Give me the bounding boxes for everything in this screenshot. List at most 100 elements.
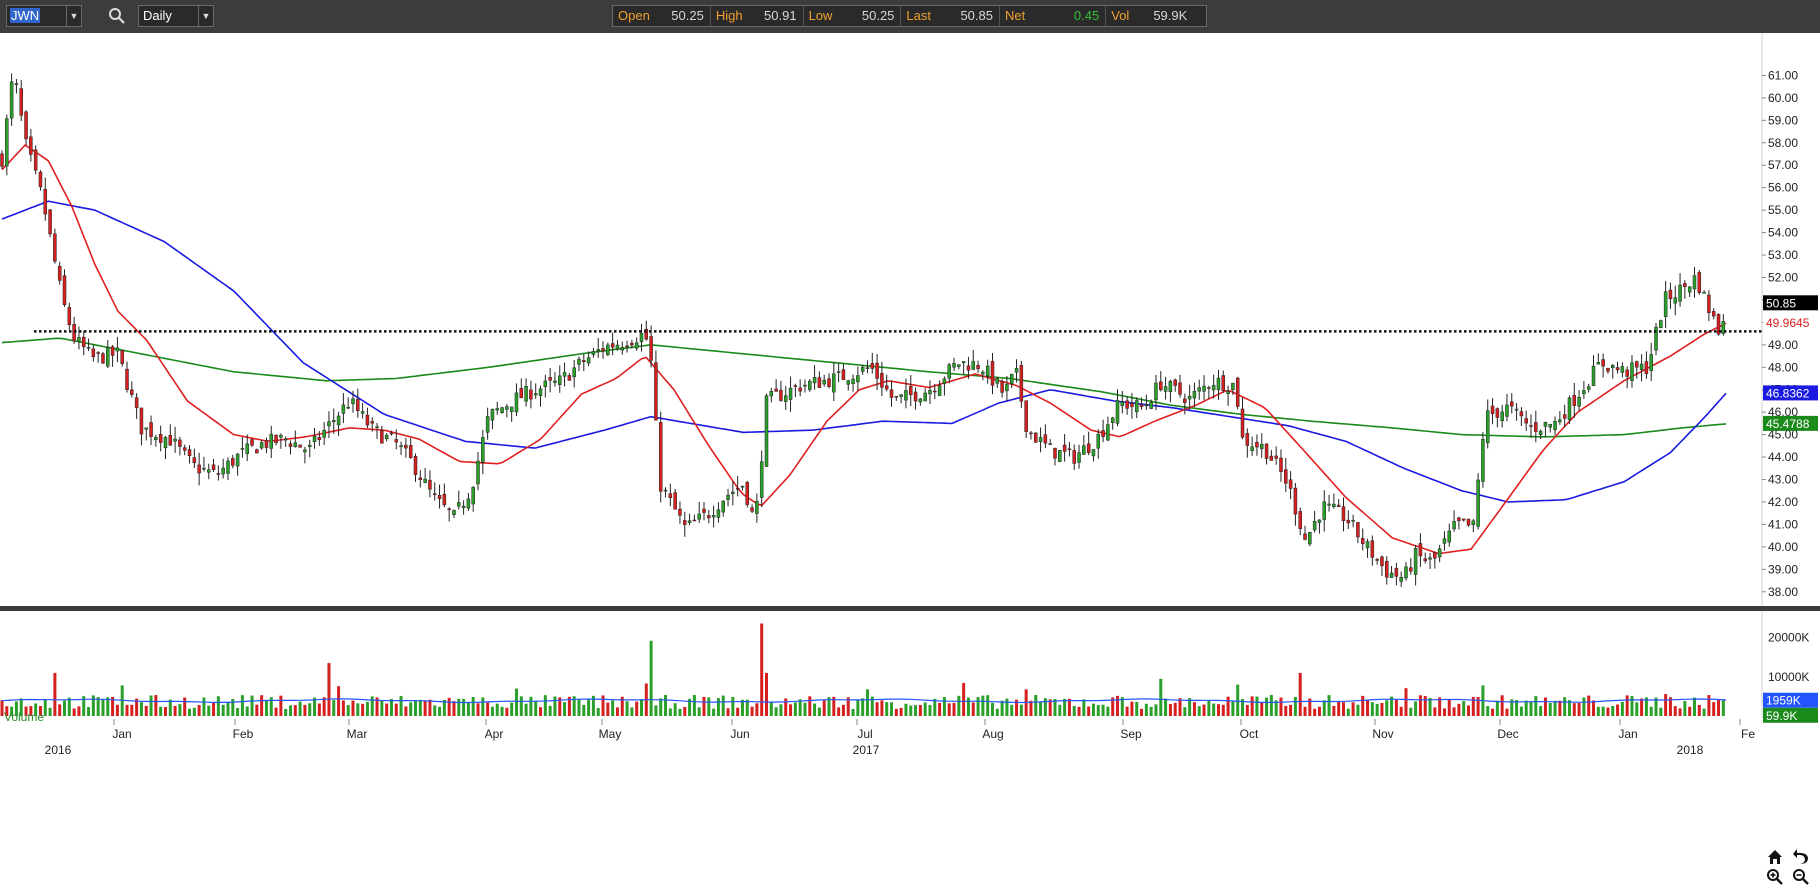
candle-body-up [1211,385,1216,391]
candle-body-up [1317,519,1322,523]
symbol-input[interactable]: JWN ▼ [6,5,82,27]
volume-bar [524,703,528,716]
zoom-in-icon[interactable] [1766,868,1784,886]
candle-body-up [971,361,976,370]
candle-body-up [259,442,264,449]
candle-body-up [336,415,341,426]
volume-bar [399,695,403,716]
volume-bar [168,699,172,716]
volume-bar [418,699,422,716]
candle-body-up [1202,385,1206,392]
candle-body-down [774,388,778,392]
home-icon[interactable] [1766,848,1784,866]
price-tag: 45.4788 [1766,417,1810,431]
candle-body-up [1091,449,1096,457]
volume-bar [1404,688,1408,716]
candle-body-up [731,491,735,494]
volume-bar [188,708,192,716]
undo-icon[interactable] [1792,848,1810,866]
candle-body-down [1279,457,1283,472]
candle-body-down [1490,405,1495,415]
zoom-out-icon[interactable] [1792,868,1810,886]
candle-body-up [1144,404,1149,407]
candle-body-down [1601,359,1605,367]
candle-body-up [1250,446,1254,451]
chevron-down-icon[interactable]: ▼ [66,6,81,26]
candle-body-up [303,449,307,453]
volume-bar [414,700,418,716]
volume-bar [1279,697,1283,716]
volume-bar [1664,694,1668,716]
volume-bar [885,702,889,716]
volume-bar [918,705,922,716]
volume-bar [1322,700,1326,716]
candle-body-up [514,392,519,413]
volume-bar [317,703,321,716]
chart-background [0,33,1820,888]
volume-bar [1433,707,1437,716]
interval-select[interactable]: Daily ▼ [138,5,214,27]
volume-bar [53,672,57,716]
candle-body-up [918,398,923,403]
candle [48,209,52,238]
candle-body-up [505,406,509,410]
volume-bar [409,702,413,716]
candle-body-down [1159,381,1163,391]
candle-body-down [413,456,418,475]
quote-net-value: 0.45 [1073,8,1100,23]
volume-bar [370,696,374,716]
candle-body-up [769,391,774,397]
volume-bar [769,701,773,716]
chevron-down-icon[interactable]: ▼ [198,6,213,26]
volume-bar [77,706,81,716]
candle-body-up [995,378,1000,384]
candle-body-up [543,380,548,388]
volume-bar [692,695,696,716]
candle-body-down [24,111,28,140]
candle-body-up [283,438,288,441]
candle [1476,473,1480,530]
candle-body-down [1572,395,1577,406]
candle-body-up [860,366,865,372]
volume-bar [1144,703,1148,716]
quote-vol: Vol 59.9K [1106,6,1193,26]
volume-bar [173,705,177,716]
candle-body-up [221,467,225,475]
candle-body-up [5,118,9,167]
volume-bar [231,698,235,716]
candle-body-up [1702,291,1706,294]
candle-body-down [1067,448,1072,451]
candle-body-up [77,337,81,342]
price-chart[interactable]: 61.00 60.00 59.00 58.00 57.00 56.00 55.00 54.00… [0,33,1820,888]
candle-body-up [163,437,168,449]
volume-bar [611,700,615,716]
volume-bar [87,707,91,716]
candle-body-up [721,500,725,513]
volume-bar [351,700,355,716]
candle-body-down [1644,361,1649,374]
candle-body-down [668,493,673,498]
volume-bar [514,688,518,716]
volume-bar [1293,696,1297,716]
toolbar: JWN ▼ Daily ▼ Open 50.25 High 50.91 Low … [0,0,1820,33]
volume-bar [1010,704,1014,716]
candle [5,114,9,176]
volume-bar [1202,704,1206,716]
search-icon[interactable] [108,7,126,25]
candle-body-up [207,469,211,473]
volume-bar [274,707,278,716]
candle-body-down [1178,382,1182,395]
candle-body-up [808,380,812,390]
candle-body-up [226,460,230,474]
volume-bar [1495,700,1499,716]
candle-body-up [1096,433,1101,449]
volume-bar [1058,704,1062,716]
volume-bar [596,707,600,716]
quote-high-value: 50.91 [764,8,797,23]
volume-bar [726,708,730,716]
volume-bar [880,700,884,716]
candle-body-up [985,365,990,377]
volume-bar [1192,702,1196,716]
volume-bar [1019,704,1023,716]
volume-bar [765,672,769,716]
